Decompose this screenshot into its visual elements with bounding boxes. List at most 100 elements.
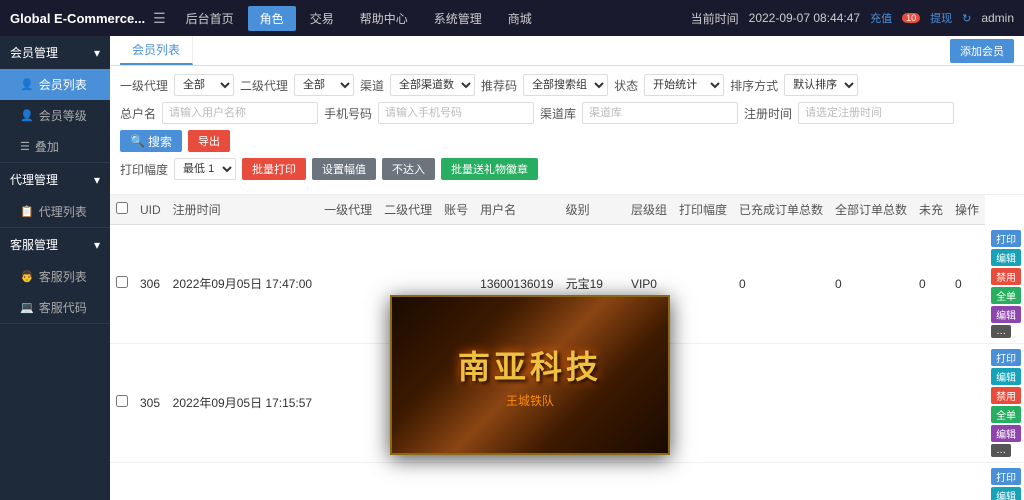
area-select[interactable]: 全部渠道数 [390, 74, 475, 96]
level1-select[interactable]: 全部 [174, 74, 234, 96]
sidebar-item-agent-list[interactable]: 📋 代理列表 [0, 196, 110, 227]
filter-row-3: 打印幅度 最低 1 批量打印 设置幅值 不达入 批量送礼物徽章 [120, 158, 1014, 180]
all-order-btn[interactable]: 全单 [991, 406, 1021, 423]
cell-charged [829, 462, 913, 500]
cell-level1 [318, 462, 378, 500]
col-checkbox [110, 195, 134, 225]
cell-level [625, 343, 673, 462]
cell-level2 [378, 343, 438, 462]
cell-group [673, 343, 733, 462]
phone-input[interactable] [378, 102, 534, 124]
member-table: UID 注册时间 一级代理 二级代理 账号 用户名 级别 层级组 打印幅度 已充… [110, 195, 1024, 500]
filter-area: 一级代理 全部 二级代理 全部 渠道 全部渠道数 推荐码 全部搜索组 状态 [110, 66, 1024, 195]
sidebar-service-header[interactable]: 客服管理 ▾ [0, 228, 110, 261]
edit2-btn[interactable]: 编辑 [991, 306, 1021, 323]
tab-backend-home[interactable]: 后台首页 [174, 6, 246, 31]
print-btn[interactable]: 打印 [991, 230, 1021, 247]
sidebar-item-member-list[interactable]: 👤 会员列表 [0, 69, 110, 100]
account-input[interactable] [162, 102, 318, 124]
edit-btn[interactable]: 编辑 [991, 368, 1021, 385]
batch-gift-btn[interactable]: 批量送礼物徽章 [441, 158, 538, 180]
sort-select[interactable]: 默认排序 [784, 74, 858, 96]
cell-uncharged [949, 462, 985, 500]
cell-actions: 打印 编辑 禁用 全单 编辑 … [985, 462, 1024, 500]
status-select[interactable]: 开始统计 [644, 74, 724, 96]
recharge-btn[interactable]: 充值 [870, 10, 892, 26]
sidebar-item-service-list[interactable]: 👨 客服列表 [0, 261, 110, 292]
print-width-label: 打印幅度 [120, 161, 168, 178]
sidebar-agent-header[interactable]: 代理管理 ▾ [0, 163, 110, 196]
table-row: 306 2022年09月05日 17:47:00 13600136019 元宝1… [110, 225, 1024, 344]
cell-print [733, 462, 829, 500]
withdraw-btn[interactable]: 提现 [930, 10, 952, 26]
reg-time-input[interactable] [798, 102, 954, 124]
cell-charged [829, 343, 913, 462]
col-charged: 已充成订单总数 [733, 195, 829, 225]
level2-select[interactable]: 全部 [294, 74, 354, 96]
status-label: 状态 [614, 77, 638, 94]
disable-btn[interactable]: 禁用 [991, 268, 1021, 285]
tab-role[interactable]: 角色 [248, 6, 296, 31]
cell-vip [560, 462, 625, 500]
disable-btn[interactable]: 禁用 [991, 387, 1021, 404]
edit2-btn[interactable]: 编辑 [991, 425, 1021, 442]
more-btn[interactable]: … [991, 325, 1011, 338]
batch-print-btn[interactable]: 批量打印 [242, 158, 306, 180]
row-checkbox[interactable] [116, 276, 128, 288]
row-checkbox-cell [110, 225, 134, 344]
col-uid: UID [134, 195, 167, 225]
sidebar-item-add[interactable]: ☰ 叠加 [0, 131, 110, 162]
tab-help[interactable]: 帮助中心 [348, 6, 420, 31]
sidebar-member-header[interactable]: 会员管理 ▾ [0, 36, 110, 69]
row-checkbox-cell [110, 343, 134, 462]
cell-uid: 305 [134, 343, 167, 462]
col-username: 用户名 [474, 195, 559, 225]
add-member-btn[interactable]: 添加会员 [950, 39, 1014, 63]
col-action: 操作 [949, 195, 985, 225]
row-checkbox[interactable] [116, 395, 128, 407]
tab-shop[interactable]: 商城 [496, 6, 544, 31]
col-level2: 二级代理 [378, 195, 438, 225]
tab-member-list[interactable]: 会员列表 [120, 36, 193, 65]
print-width-select[interactable]: 最低 1 [174, 158, 236, 180]
search-label: 搜索 [148, 133, 172, 150]
cell-print [733, 343, 829, 462]
cell-uid: 304 [134, 462, 167, 500]
col-uncharged: 未充 [913, 195, 949, 225]
refresh-btn[interactable]: ↻ [962, 12, 971, 25]
menu-icon[interactable]: ☰ [153, 10, 166, 27]
action-btns: 打印 编辑 禁用 全单 编辑 … [991, 468, 1021, 500]
header: Global E-Commerce... ☰ 后台首页 角色 交易 帮助中心 系… [0, 0, 1024, 36]
more-btn[interactable]: … [991, 444, 1011, 457]
area-label: 渠道 [360, 77, 384, 94]
sidebar-item-label: 会员列表 [39, 76, 87, 93]
cell-reg-time: 2022年09月05日 17:47:00 [167, 225, 318, 344]
print-btn[interactable]: 打印 [991, 468, 1021, 485]
col-print: 打印幅度 [673, 195, 733, 225]
sidebar-item-service-code[interactable]: 💻 客服代码 [0, 292, 110, 323]
header-left: Global E-Commerce... ☰ 后台首页 角色 交易 帮助中心 系… [10, 6, 544, 31]
edit-btn[interactable]: 编辑 [991, 487, 1021, 500]
print-btn[interactable]: 打印 [991, 349, 1021, 366]
sidebar: 会员管理 ▾ 👤 会员列表 👤 会员等级 ☰ 叠加 代理管理 ▾ 📋 [0, 36, 110, 500]
set-value-btn[interactable]: 设置幅值 [312, 158, 376, 180]
export-btn[interactable]: 导出 [188, 130, 230, 152]
tab-system[interactable]: 系统管理 [422, 6, 494, 31]
select-all-checkbox[interactable] [116, 202, 128, 214]
content: 会员列表 添加会员 一级代理 全部 二级代理 全部 渠道 全部渠道数 推荐码 [110, 36, 1024, 500]
account-label: 总户名 [120, 105, 156, 122]
sidebar-service-icon: ▾ [94, 238, 100, 252]
tab-trade[interactable]: 交易 [298, 6, 346, 31]
sidebar-item-member-level[interactable]: 👤 会员等级 [0, 100, 110, 131]
col-total: 全部订单总数 [829, 195, 913, 225]
channel-input[interactable] [582, 102, 738, 124]
user-icon: 👤 [20, 78, 34, 91]
edit-btn[interactable]: 编辑 [991, 249, 1021, 266]
all-order-btn[interactable]: 全单 [991, 287, 1021, 304]
not-input-btn[interactable]: 不达入 [382, 158, 435, 180]
sidebar-service-title: 客服管理 [10, 236, 58, 253]
tab-label: 会员列表 [132, 43, 180, 57]
recommend-select[interactable]: 全部搜索组 [523, 74, 608, 96]
sidebar-item-label: 叠加 [35, 138, 59, 155]
search-btn[interactable]: 🔍 搜索 [120, 130, 182, 152]
